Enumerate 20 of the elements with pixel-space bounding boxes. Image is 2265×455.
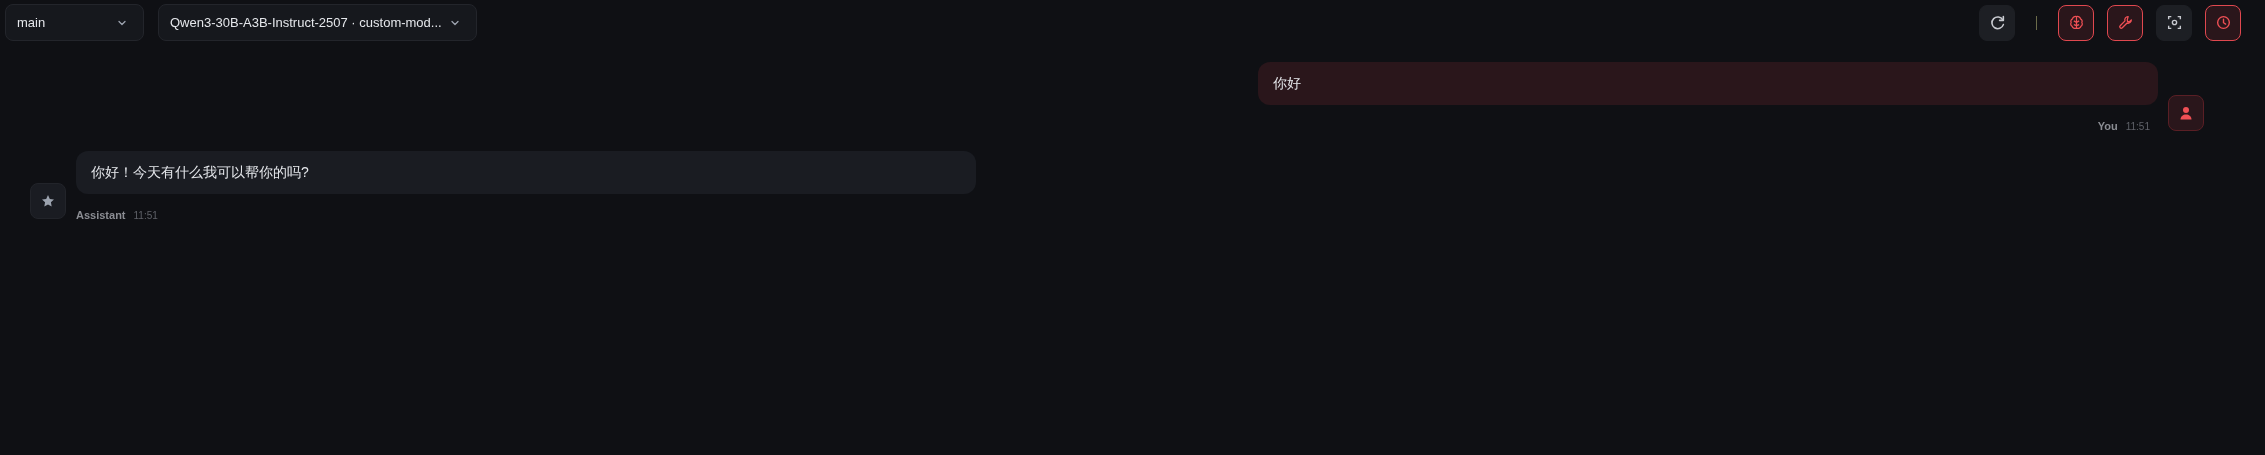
focus-icon xyxy=(2165,14,2183,31)
wrench-icon xyxy=(2116,14,2134,31)
focus-toggle[interactable] xyxy=(2156,4,2192,41)
message-bubble: 你好 xyxy=(1258,62,2158,105)
refresh-icon xyxy=(1988,14,2006,31)
message-bubble: 你好！今天有什么我可以帮你的吗? xyxy=(76,150,976,194)
branch-select[interactable]: main xyxy=(5,4,144,41)
brain-toggle[interactable] xyxy=(2058,4,2094,41)
tools-toggle[interactable] xyxy=(2107,4,2143,41)
star-icon xyxy=(41,193,55,208)
person-icon xyxy=(2179,106,2193,120)
brain-icon xyxy=(2067,14,2085,31)
message-time: 11:51 xyxy=(2125,120,2150,134)
clock-icon xyxy=(2214,14,2232,31)
message-time: 11:51 xyxy=(133,208,158,223)
model-select[interactable]: Qwen3-30B-A3B-Instruct-2507 · custom-mod... xyxy=(158,4,477,41)
refresh-button[interactable] xyxy=(1979,4,2015,41)
author-name: Assistant xyxy=(76,207,126,223)
history-toggle[interactable] xyxy=(2205,4,2241,41)
author-name: You xyxy=(2097,119,2118,134)
